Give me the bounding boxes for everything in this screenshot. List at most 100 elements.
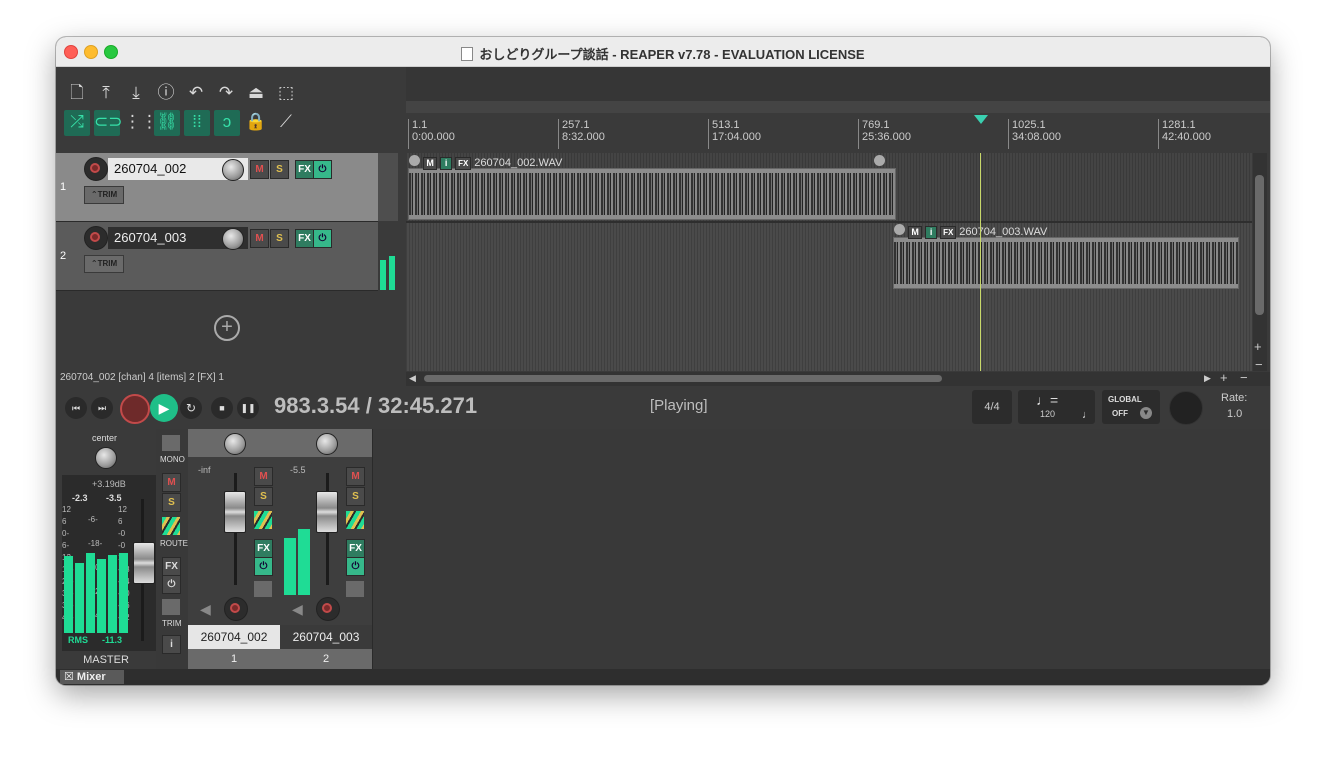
rate-value[interactable]: 1.0 (1227, 408, 1242, 420)
mixer-tab[interactable]: ☒ Mixer (60, 670, 124, 684)
track-1-header[interactable]: 1 260704_002 M S FX ⏻ ⌃TRIM (56, 153, 398, 222)
fx-power-icon[interactable]: ⏻ (313, 160, 332, 179)
mono-icon[interactable] (162, 435, 180, 451)
group-icon[interactable]: ⛓ (154, 110, 180, 136)
vertical-scrollbar[interactable]: + − (1253, 153, 1267, 372)
speaker-icon[interactable]: ◀ (200, 601, 211, 618)
item-fx-button[interactable]: FX (455, 157, 472, 170)
arrange-view[interactable]: M i FX 260704_002.WAV M i FX 260704_003.… (406, 153, 1252, 371)
master-fx-power-icon[interactable]: ⏻ (162, 575, 181, 594)
pan-knob[interactable] (316, 433, 338, 455)
solo-button[interactable]: S (270, 229, 289, 248)
strip-record-arm-button[interactable] (316, 597, 340, 621)
go-to-start-icon[interactable]: ⏮ (65, 397, 87, 419)
ripple-icon[interactable]: ⤮ (64, 110, 90, 136)
info-icon[interactable]: ⓘ (154, 81, 178, 105)
undo-icon[interactable]: ↶ (184, 81, 208, 105)
trim-button[interactable]: ⌃TRIM (84, 255, 124, 273)
strip-record-arm-button[interactable] (224, 597, 248, 621)
play-button[interactable]: ▶ (150, 394, 178, 422)
item-info-button[interactable]: i (440, 157, 453, 170)
strip-name[interactable]: 260704_003 (280, 625, 372, 649)
zoom-in-horizontal-icon[interactable]: + (1220, 370, 1228, 385)
snap-grid-icon[interactable]: ⁞⁞ (184, 110, 210, 136)
time-signature-display[interactable]: 4/4 (972, 390, 1012, 424)
go-to-end-icon[interactable]: ⏭ (91, 397, 113, 419)
record-arm-button[interactable] (84, 226, 108, 250)
pan-knob[interactable] (224, 433, 246, 455)
media-item-2[interactable]: M i FX 260704_003.WAV (893, 224, 1239, 289)
tap-tempo-icon[interactable]: ♩ (1082, 409, 1093, 421)
global-automation-button[interactable]: GLOBAL OFF ▼ (1102, 390, 1160, 424)
strip-solo-button[interactable]: S (346, 487, 365, 506)
master-trim-icon[interactable] (162, 599, 180, 615)
route-icon[interactable] (346, 511, 364, 529)
master-solo-button[interactable]: S (162, 493, 181, 512)
mute-button[interactable]: M (250, 229, 269, 248)
strip-mute-button[interactable]: M (254, 467, 273, 486)
load-icon[interactable]: ⤓ (124, 81, 148, 105)
master-info-button[interactable]: i (162, 635, 181, 654)
strip-fx-power-icon[interactable]: ⏻ (254, 557, 273, 576)
scroll-left-icon[interactable]: ◀ (409, 373, 416, 384)
master-fx-button[interactable]: FX (162, 557, 181, 576)
strip-envelope-icon[interactable] (346, 581, 364, 597)
metronome-icon[interactable]: ⏏ (244, 81, 268, 105)
route-icon[interactable] (254, 511, 272, 529)
master-mute-button[interactable]: M (162, 473, 181, 492)
redo-icon[interactable]: ↷ (214, 81, 238, 105)
zoom-in-vertical-icon[interactable]: + (1254, 339, 1262, 354)
save-icon[interactable]: ⤒ (94, 81, 118, 105)
stop-icon[interactable]: ■ (211, 397, 233, 419)
item-mute-button[interactable]: M (908, 226, 923, 239)
strip-solo-button[interactable]: S (254, 487, 273, 506)
item-fx-button[interactable]: FX (940, 226, 957, 239)
playrate-knob[interactable] (1169, 391, 1203, 425)
solo-button[interactable]: S (270, 160, 289, 179)
tempo-display[interactable]: ♩= 120 ♩ (1018, 390, 1095, 424)
zoom-out-horizontal-icon[interactable]: − (1240, 370, 1248, 385)
strip-fx-power-icon[interactable]: ⏻ (346, 557, 365, 576)
add-track-icon[interactable]: + (214, 315, 240, 341)
vertical-scroll-thumb[interactable] (1255, 175, 1264, 315)
repeat-icon[interactable]: ↻ (180, 397, 202, 419)
zoom-out-vertical-icon[interactable]: − (1255, 357, 1263, 372)
trim-button[interactable]: ⌃TRIM (84, 186, 124, 204)
track-2-header[interactable]: 2 260704_003 M S FX ⏻ ⌃TRIM (56, 222, 398, 291)
volume-knob[interactable] (222, 159, 244, 181)
new-file-icon[interactable]: 🗋 (65, 81, 89, 105)
strip-fx-button[interactable]: FX (254, 539, 273, 558)
fx-button[interactable]: FX (295, 229, 314, 248)
selection-icon[interactable]: ⬚ (274, 81, 298, 105)
scroll-right-icon[interactable]: ▶ (1204, 373, 1211, 384)
horizontal-scrollbar[interactable]: ◀ ▶ + − (406, 370, 1270, 386)
channel-fader[interactable] (316, 491, 338, 533)
timeline-ruler[interactable]: 1.1 0:00.000 257.1 8:32.000 513.1 17:04.000 76… (406, 115, 1262, 151)
position-display[interactable]: 983.3.54 / 32:45.271 (274, 393, 477, 419)
fx-power-icon[interactable]: ⏻ (313, 229, 332, 248)
mute-button[interactable]: M (250, 160, 269, 179)
channel-fader[interactable] (224, 491, 246, 533)
strip-name[interactable]: 260704_002 (188, 625, 280, 649)
record-arm-button[interactable] (84, 157, 108, 181)
strip-envelope-icon[interactable] (254, 581, 272, 597)
speaker-icon[interactable]: ◀ (292, 601, 303, 618)
grid-icon[interactable]: ⋮⋮ (124, 110, 158, 136)
strip-mute-button[interactable]: M (346, 467, 365, 486)
pause-icon[interactable]: ❚❚ (237, 397, 259, 419)
media-item-1[interactable]: M i FX 260704_002.WAV (408, 155, 896, 220)
envelope-icon[interactable]: ⟋ (274, 110, 298, 134)
route-icon[interactable] (162, 517, 180, 535)
master-pan-knob[interactable] (95, 447, 117, 469)
record-button[interactable] (120, 394, 150, 424)
magnet-icon[interactable]: ↄ (214, 110, 240, 136)
lock-icon[interactable]: 🔒 (244, 110, 268, 134)
horizontal-scroll-thumb[interactable] (424, 375, 942, 382)
fx-button[interactable]: FX (295, 160, 314, 179)
item-info-button[interactable]: i (925, 226, 938, 239)
playhead-marker-icon[interactable] (974, 115, 988, 124)
link-icon[interactable]: ⊂⊃ (94, 110, 123, 136)
master-fader[interactable] (133, 542, 155, 584)
volume-knob[interactable] (222, 228, 244, 250)
strip-fx-button[interactable]: FX (346, 539, 365, 558)
